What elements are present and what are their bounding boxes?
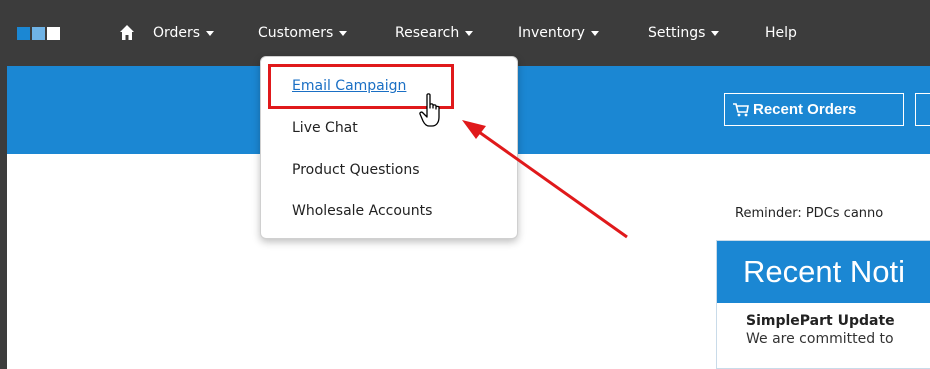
nav-inventory[interactable]: Inventory (518, 24, 599, 42)
chevron-down-icon (711, 30, 720, 36)
notification-title[interactable]: SimplePart Update (717, 303, 930, 329)
notifications-header: Recent Noti (717, 241, 930, 303)
header-button-partial[interactable] (915, 93, 930, 126)
recent-orders-label: Recent Orders (753, 101, 857, 118)
recent-orders-button[interactable]: Recent Orders (724, 93, 904, 126)
nav-research[interactable]: Research (395, 24, 474, 42)
chevron-down-icon (590, 30, 599, 36)
reminder-text: Reminder: PDCs canno (735, 206, 884, 221)
chevron-down-icon (206, 30, 215, 36)
menu-item-wholesale-accounts[interactable]: Wholesale Accounts (292, 203, 432, 219)
nav-orders[interactable]: Orders (153, 24, 215, 42)
recent-notifications-panel: Recent Noti SimplePart Update We are com… (716, 240, 930, 369)
nav-customers[interactable]: Customers (258, 24, 348, 42)
home-icon[interactable] (119, 24, 135, 42)
chevron-down-icon (465, 30, 474, 36)
menu-item-live-chat[interactable]: Live Chat (292, 120, 358, 136)
nav-settings[interactable]: Settings (648, 24, 720, 42)
nav-help[interactable]: Help (765, 24, 797, 42)
cart-icon (733, 102, 749, 116)
left-border (0, 0, 7, 369)
notification-text: We are committed to (746, 331, 894, 347)
menu-item-product-questions[interactable]: Product Questions (292, 162, 420, 178)
chevron-down-icon (339, 30, 348, 36)
logo-squares-icon[interactable] (17, 27, 60, 40)
hand-cursor-icon (419, 93, 440, 127)
